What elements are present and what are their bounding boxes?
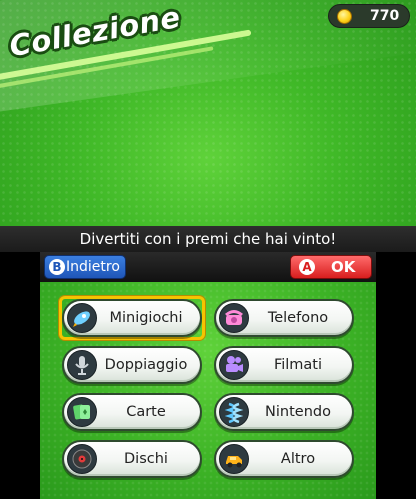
bottom-header: B Indietro A OK bbox=[40, 252, 376, 282]
menu-item-altro[interactable]: Altro bbox=[214, 440, 354, 478]
menu-item-nintendo[interactable]: Nintendo bbox=[214, 393, 354, 431]
message-text: Divertiti con i premi che hai vinto! bbox=[79, 230, 337, 248]
microphone-icon bbox=[67, 350, 97, 380]
menu-item-label: Dischi bbox=[124, 451, 168, 467]
message-bar: Divertiti con i premi che hai vinto! bbox=[0, 226, 416, 252]
top-screen: Collezione 770 bbox=[0, 0, 416, 226]
menu-item-carte[interactable]: Carte bbox=[62, 393, 202, 431]
nintendo-icon bbox=[219, 397, 249, 427]
disc-icon bbox=[67, 444, 97, 474]
cards-icon bbox=[67, 397, 97, 427]
coin-counter: 770 bbox=[328, 4, 410, 28]
menu-item-minigiochi[interactable]: Minigiochi bbox=[62, 299, 202, 337]
coin-count: 770 bbox=[370, 8, 400, 24]
back-button-label: Indietro bbox=[66, 259, 120, 275]
b-button-icon: B bbox=[49, 259, 65, 275]
telephone-icon bbox=[219, 303, 249, 333]
coin-icon bbox=[337, 8, 352, 24]
menu-item-filmati[interactable]: Filmati bbox=[214, 346, 354, 384]
menu-item-label: Doppiaggio bbox=[104, 357, 188, 373]
menu-item-label: Minigiochi bbox=[109, 310, 183, 326]
menu-item-label: Altro bbox=[280, 451, 316, 467]
menu-item-telefono[interactable]: Telefono bbox=[214, 299, 354, 337]
toy-car-icon bbox=[219, 444, 249, 474]
menu-item-label: Nintendo bbox=[265, 404, 331, 420]
ok-button[interactable]: A OK bbox=[290, 255, 372, 279]
back-button[interactable]: B Indietro bbox=[44, 255, 126, 279]
menu-item-doppiaggio[interactable]: Doppiaggio bbox=[62, 346, 202, 384]
ok-button-label: OK bbox=[331, 258, 356, 276]
menu-item-label: Telefono bbox=[267, 310, 329, 326]
menu-item-dischi[interactable]: Dischi bbox=[62, 440, 202, 478]
a-button-icon: A bbox=[299, 259, 315, 275]
movie-camera-icon bbox=[219, 350, 249, 380]
menu-item-label: Carte bbox=[126, 404, 166, 420]
bottom-screen: B Indietro A OK Minigiochi Telefono Dopp… bbox=[40, 252, 376, 499]
rocket-icon bbox=[67, 303, 97, 333]
menu-item-label: Filmati bbox=[273, 357, 323, 373]
